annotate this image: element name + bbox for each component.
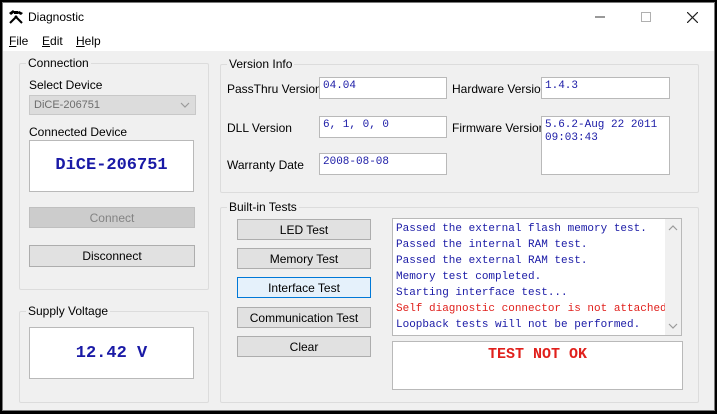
chevron-down-icon [180, 102, 190, 108]
log-line: Passed the internal RAM test. [396, 239, 588, 251]
hardware-version-field[interactable]: 1.4.3 [541, 77, 670, 99]
menu-edit-accel: E [42, 34, 51, 48]
connect-button[interactable]: Connect [29, 207, 195, 228]
warranty-date-label: Warranty Date [227, 158, 304, 172]
maximize-icon [641, 12, 651, 22]
minimize-icon [595, 16, 605, 18]
log-line: Loopback tests will not be performed. [396, 319, 641, 331]
memory-test-button[interactable]: Memory Test [237, 248, 371, 269]
test-log[interactable]: Passed the external flash memory test. P… [392, 218, 682, 336]
close-button[interactable] [669, 3, 715, 31]
menu-edit-rest: dit [50, 34, 63, 48]
firmware-version-label: Firmware Version [452, 121, 546, 135]
selected-device-value: DiCE-206751 [34, 99, 101, 111]
minimize-button[interactable] [577, 3, 623, 31]
firmware-version-field[interactable]: 5.6.2-Aug 22 2011 09:03:43 [541, 116, 670, 175]
maximize-button[interactable] [623, 3, 669, 31]
select-device-dropdown[interactable]: DiCE-206751 [29, 95, 196, 115]
connected-device-value: DiCE-206751 [55, 156, 168, 175]
log-scrollbar[interactable] [665, 219, 681, 335]
connected-device-display: DiCE-206751 [29, 140, 194, 192]
supply-voltage-group-title: Supply Voltage [26, 304, 111, 318]
connection-group-title: Connection [26, 56, 91, 70]
disconnect-button[interactable]: Disconnect [29, 245, 195, 267]
hardware-version-label: Hardware Version [452, 82, 548, 96]
communication-test-button[interactable]: Communication Test [237, 307, 371, 328]
diagnostic-window: Diagnostic File Edit Help Connection Sel… [2, 2, 715, 411]
version-info-group-title: Version Info [227, 57, 295, 71]
menu-help[interactable]: Help [76, 34, 101, 48]
passthru-version-field[interactable]: 04.04 [319, 77, 447, 99]
log-line: Memory test completed. [396, 271, 542, 283]
clear-button[interactable]: Clear [237, 336, 371, 357]
chevron-up-icon[interactable] [668, 223, 678, 233]
passthru-version-label: PassThru Version [227, 82, 322, 96]
menu-file-rest: ile [16, 34, 29, 48]
menu-help-rest: elp [84, 34, 101, 48]
interface-test-button[interactable]: Interface Test [237, 277, 371, 298]
led-test-button[interactable]: LED Test [237, 219, 371, 240]
test-result-text: TEST NOT OK [487, 346, 588, 363]
built-in-tests-group-title: Built-in Tests [227, 200, 299, 214]
chevron-down-icon[interactable] [668, 321, 678, 331]
connected-device-label: Connected Device [29, 125, 128, 139]
window-title: Diagnostic [28, 10, 85, 24]
log-line: Starting interface test... [396, 287, 568, 299]
tools-icon [9, 10, 23, 24]
close-icon [686, 11, 698, 23]
log-line: Passed the external flash memory test. [396, 223, 647, 235]
warranty-date-field[interactable]: 2008-08-08 [319, 153, 447, 175]
menu-help-accel: H [76, 34, 85, 48]
log-line: Self diagnostic connector is not attache… [396, 303, 674, 315]
dll-version-field[interactable]: 6, 1, 0, 0 [319, 116, 447, 138]
title-bar[interactable]: Diagnostic [3, 3, 714, 31]
supply-voltage-display: 12.42 V [29, 327, 194, 379]
log-line: Passed the external RAM test. [396, 255, 588, 267]
supply-voltage-value: 12.42 V [75, 344, 148, 363]
test-result-display: TEST NOT OK [392, 341, 683, 390]
menu-file[interactable]: File [9, 34, 28, 48]
menu-edit[interactable]: Edit [42, 34, 63, 48]
menu-bar: File Edit Help [3, 31, 714, 51]
select-device-label: Select Device [29, 78, 103, 92]
dll-version-label: DLL Version [227, 121, 292, 135]
